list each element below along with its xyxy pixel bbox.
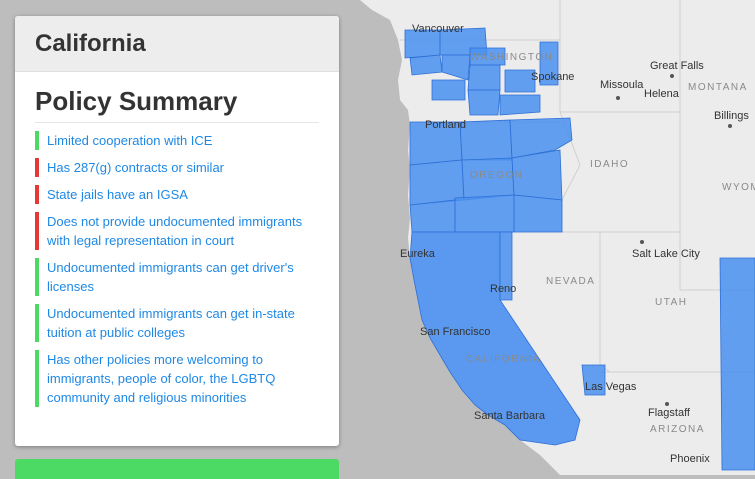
state-label-idaho: IDAHO [590, 159, 629, 170]
state-label-washington: WASHINGTON [470, 52, 553, 63]
action-button[interactable] [15, 459, 339, 479]
city-billings: Billings [714, 110, 749, 122]
status-bar [35, 158, 39, 177]
city-vancouver: Vancouver [412, 23, 464, 35]
policy-item[interactable]: State jails have an IGSA [35, 185, 319, 204]
state-label-nevada: NEVADA [546, 276, 595, 287]
policy-text: Undocumented immigrants can get driver's… [47, 260, 294, 294]
policy-text: Has other policies more welcoming to imm… [47, 352, 276, 405]
state-label-utah: UTAH [655, 297, 687, 308]
status-bar [35, 258, 39, 296]
city-dot-flagstaff [665, 402, 669, 406]
policy-item[interactable]: Has 287(g) contracts or similar [35, 158, 319, 177]
state-label-california: CALIFORNIA [466, 354, 541, 365]
city-great-falls: Great Falls [650, 60, 704, 72]
policy-item[interactable]: Undocumented immigrants can get driver's… [35, 258, 319, 296]
policy-item[interactable]: Has other policies more welcoming to imm… [35, 350, 319, 407]
state-label-montana: MONTANA [688, 82, 748, 93]
status-bar [35, 131, 39, 150]
panel-header: California [15, 16, 339, 72]
city-helena: Helena [644, 88, 680, 100]
status-bar [35, 212, 39, 250]
policy-item[interactable]: Undocumented immigrants can get in-state… [35, 304, 319, 342]
state-title: California [35, 29, 146, 57]
state-label-arizona: ARIZONA [650, 424, 705, 435]
city-portland: Portland [425, 119, 466, 131]
city-dot-salt-lake-city [640, 240, 644, 244]
policy-text: Does not provide undocumented immigrants… [47, 214, 303, 248]
status-bar [35, 304, 39, 342]
city-san-francisco: San Francisco [420, 326, 490, 338]
state-label-oregon: OREGON [470, 170, 523, 181]
city-dot-great-falls [670, 74, 674, 78]
policy-text: State jails have an IGSA [47, 187, 188, 202]
city-reno: Reno [490, 283, 516, 295]
panel-body: Policy Summary Limited cooperation with … [15, 72, 339, 407]
policy-text: Limited cooperation with ICE [47, 133, 213, 148]
state-label-wyoming: WYOM [722, 182, 755, 193]
policy-item[interactable]: Does not provide undocumented immigrants… [35, 212, 319, 250]
city-spokane: Spokane [531, 71, 574, 83]
policy-item[interactable]: Limited cooperation with ICE [35, 131, 319, 150]
policy-list: Limited cooperation with ICE Has 287(g) … [35, 131, 319, 407]
city-phoenix: Phoenix [670, 453, 710, 465]
status-bar [35, 350, 39, 407]
status-bar [35, 185, 39, 204]
city-missoula: Missoula [600, 79, 644, 91]
city-flagstaff: Flagstaff [648, 407, 691, 419]
city-salt-lake-city: Salt Lake City [632, 248, 700, 260]
policy-panel: California Policy Summary Limited cooper… [15, 16, 339, 446]
highlight-east [719, 257, 755, 471]
city-santa-barbara: Santa Barbara [474, 410, 546, 422]
city-dot-missoula [616, 96, 620, 100]
policy-text: Has 287(g) contracts or similar [47, 160, 224, 175]
city-dot-billings [728, 124, 732, 128]
policy-text: Undocumented immigrants can get in-state… [47, 306, 295, 340]
city-eureka: Eureka [400, 248, 436, 260]
summary-title: Policy Summary [35, 86, 319, 123]
city-las-vegas: Las Vegas [585, 381, 637, 393]
